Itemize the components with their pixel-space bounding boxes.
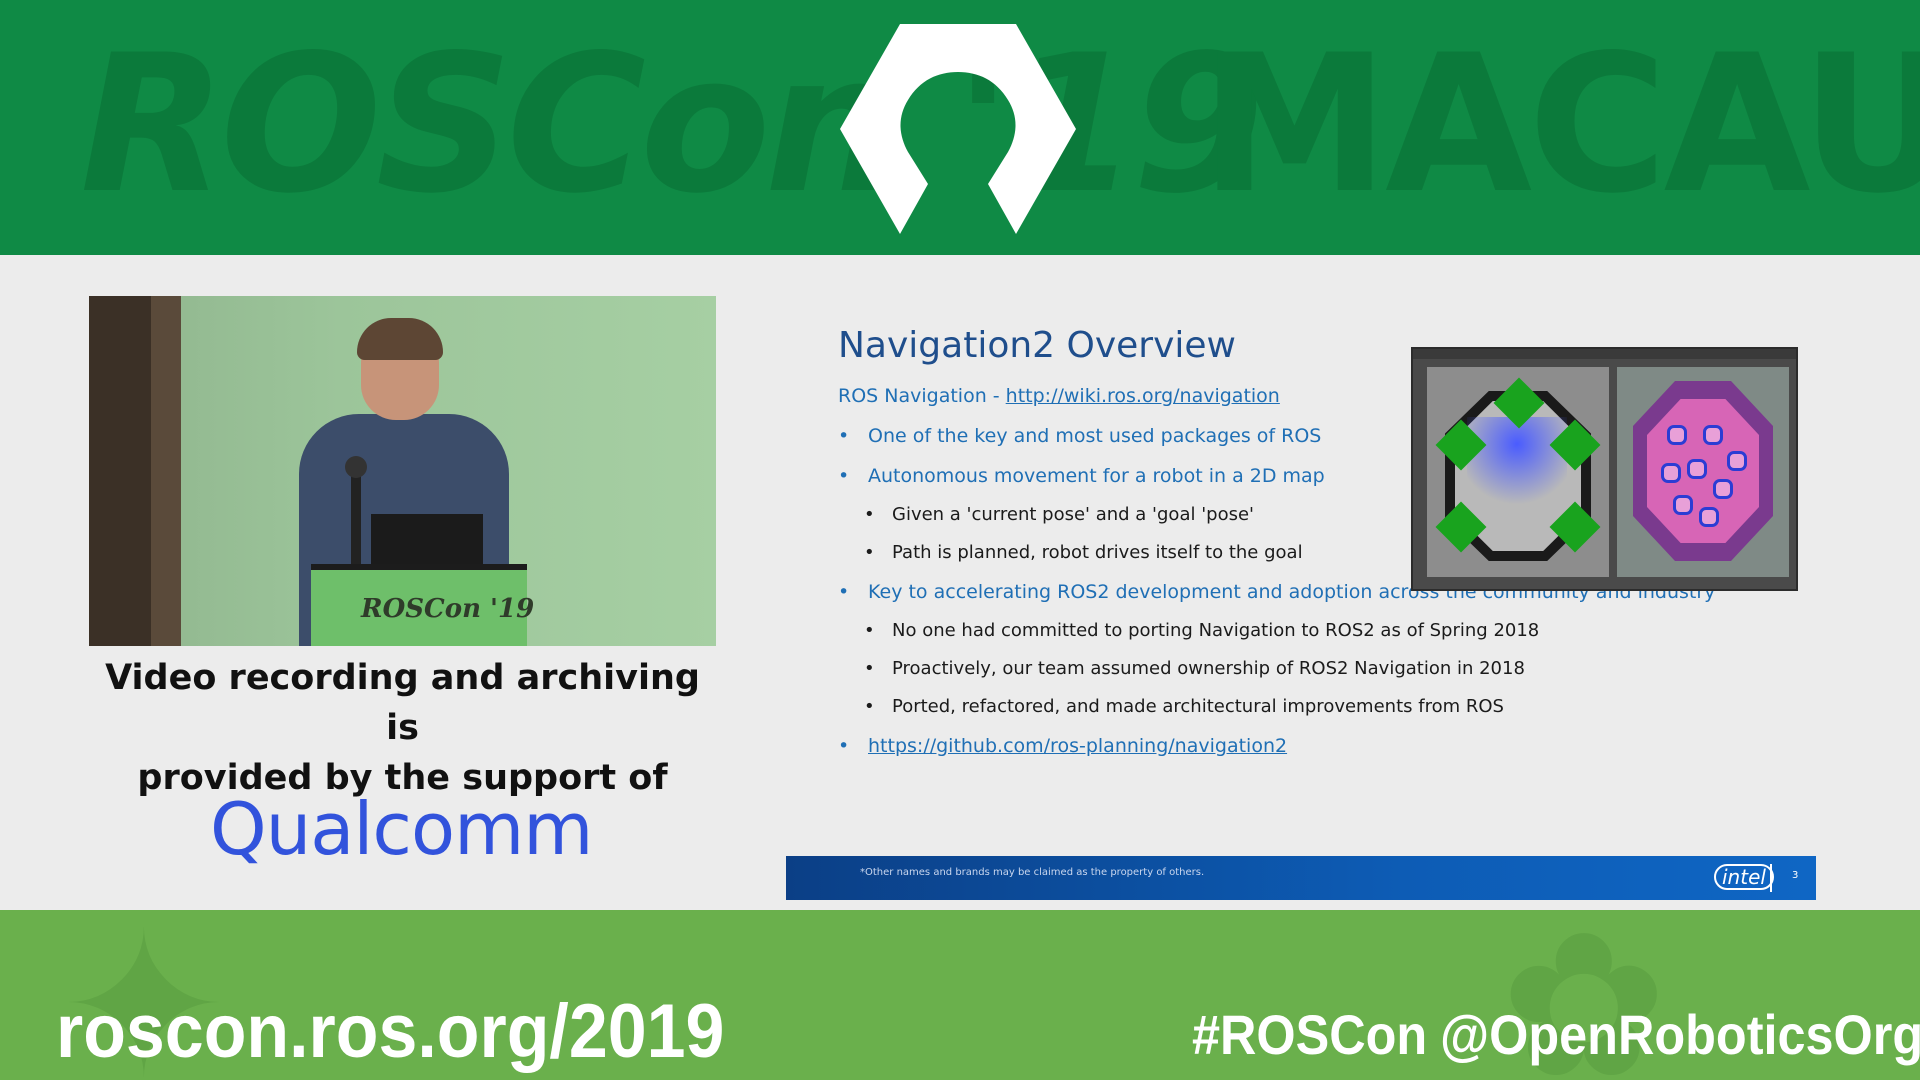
video-wall-stripe bbox=[151, 296, 181, 646]
intro-line: ROS Navigation - http://wiki.ros.org/nav… bbox=[838, 385, 1280, 407]
top-banner: ROSCon '19 MACAU bbox=[0, 0, 1920, 255]
gazebo-view bbox=[1427, 367, 1609, 577]
sub-bullet-dot: • bbox=[864, 696, 875, 717]
costmap-obstacle bbox=[1699, 507, 1719, 527]
footer-divider bbox=[1770, 864, 1772, 892]
sub-bullet-2b-text: Path is planned, robot drives itself to … bbox=[892, 542, 1303, 563]
event-hashtag: #ROSCon bbox=[1192, 1003, 1428, 1066]
costmap-obstacle bbox=[1673, 495, 1693, 515]
bullet-dot: • bbox=[838, 735, 850, 757]
speaker-hair bbox=[357, 318, 443, 360]
bullet-2: • Autonomous movement for a robot in a 2D… bbox=[838, 465, 1325, 487]
podium-text: ROSCon '19 bbox=[361, 594, 535, 624]
microphone-icon bbox=[345, 456, 367, 478]
content-area: ROSCon '19 Video recording and archiving… bbox=[0, 255, 1920, 910]
footer-disclaimer: *Other names and brands may be claimed a… bbox=[860, 867, 1205, 878]
slide-number: 3 bbox=[1792, 870, 1799, 881]
sub-bullet-dot: • bbox=[864, 542, 875, 563]
simulation-screenshot bbox=[1411, 347, 1798, 591]
sub-bullet-3a: • No one had committed to porting Navigat… bbox=[864, 620, 1539, 641]
bullet-1: • One of the key and most used packages o… bbox=[838, 425, 1321, 447]
costmap-obstacle bbox=[1703, 425, 1723, 445]
qualcomm-logo: Qualcomm bbox=[210, 787, 593, 871]
costmap-obstacle bbox=[1713, 479, 1733, 499]
costmap-obstacle bbox=[1727, 451, 1747, 471]
costmap-view bbox=[1617, 367, 1789, 577]
costmap-obstacle bbox=[1687, 459, 1707, 479]
sponsor-text: Video recording and archiving is provide… bbox=[89, 653, 716, 803]
bullet-1-text: One of the key and most used packages of… bbox=[868, 425, 1322, 447]
event-url: roscon.ros.org/2019 bbox=[56, 989, 725, 1074]
slide-title: Navigation2 Overview bbox=[838, 325, 1237, 366]
presentation-slide: Navigation2 Overview ROS Navigation - ht… bbox=[786, 285, 1816, 900]
speaker-video: ROSCon '19 bbox=[89, 296, 716, 646]
microphone-stand bbox=[351, 468, 361, 568]
bullet-dot: • bbox=[838, 425, 850, 447]
sub-bullet-dot: • bbox=[864, 504, 875, 525]
bullet-2-text: Autonomous movement for a robot in a 2D … bbox=[868, 465, 1325, 487]
bullet-dot: • bbox=[838, 465, 850, 487]
banner-bg-text-left: ROSCon '19 bbox=[80, 14, 1265, 235]
slide-footer: *Other names and brands may be claimed a… bbox=[786, 856, 1816, 900]
laser-scan bbox=[1467, 417, 1567, 507]
costmap-obstacle bbox=[1667, 425, 1687, 445]
twitter-handle: @OpenRoboticsOrg bbox=[1440, 1003, 1920, 1066]
bullet-4: • https://github.com/ros-planning/navigat… bbox=[838, 735, 1287, 757]
sub-bullet-2b: • Path is planned, robot drives itself to… bbox=[864, 542, 1303, 563]
navigation2-github-link[interactable]: https://github.com/ros-planning/navigati… bbox=[868, 735, 1287, 757]
sub-bullet-3a-text: No one had committed to porting Navigati… bbox=[892, 620, 1540, 641]
intel-logo: intel bbox=[1714, 864, 1774, 890]
sub-bullet-3b: • Proactively, our team assumed ownership… bbox=[864, 658, 1525, 679]
intro-label: ROS Navigation - bbox=[838, 385, 1006, 407]
sim-toolbar bbox=[1413, 349, 1796, 359]
sub-bullet-3b-text: Proactively, our team assumed ownership … bbox=[892, 658, 1525, 679]
laptop bbox=[371, 514, 483, 566]
banner-bg-text-right: MACAU bbox=[1200, 14, 1920, 235]
bullet-dot: • bbox=[838, 581, 850, 603]
bottom-banner: ✦ ✿ roscon.ros.org/2019 #ROSCon @OpenRob… bbox=[0, 910, 1920, 1080]
sponsor-line-1: Video recording and archiving is bbox=[105, 658, 700, 748]
sub-bullet-3c-text: Ported, refactored, and made architectur… bbox=[892, 696, 1504, 717]
sub-bullet-2a: • Given a 'current pose' and a 'goal 'pos… bbox=[864, 504, 1254, 525]
sub-bullet-dot: • bbox=[864, 658, 875, 679]
ros-wiki-link[interactable]: http://wiki.ros.org/navigation bbox=[1006, 385, 1280, 407]
sub-bullet-2a-text: Given a 'current pose' and a 'goal 'pose… bbox=[892, 504, 1254, 525]
sub-bullet-3c: • Ported, refactored, and made architectu… bbox=[864, 696, 1504, 717]
costmap-obstacle bbox=[1661, 463, 1681, 483]
sub-bullet-dot: • bbox=[864, 620, 875, 641]
ros-logo-icon bbox=[840, 24, 1076, 234]
